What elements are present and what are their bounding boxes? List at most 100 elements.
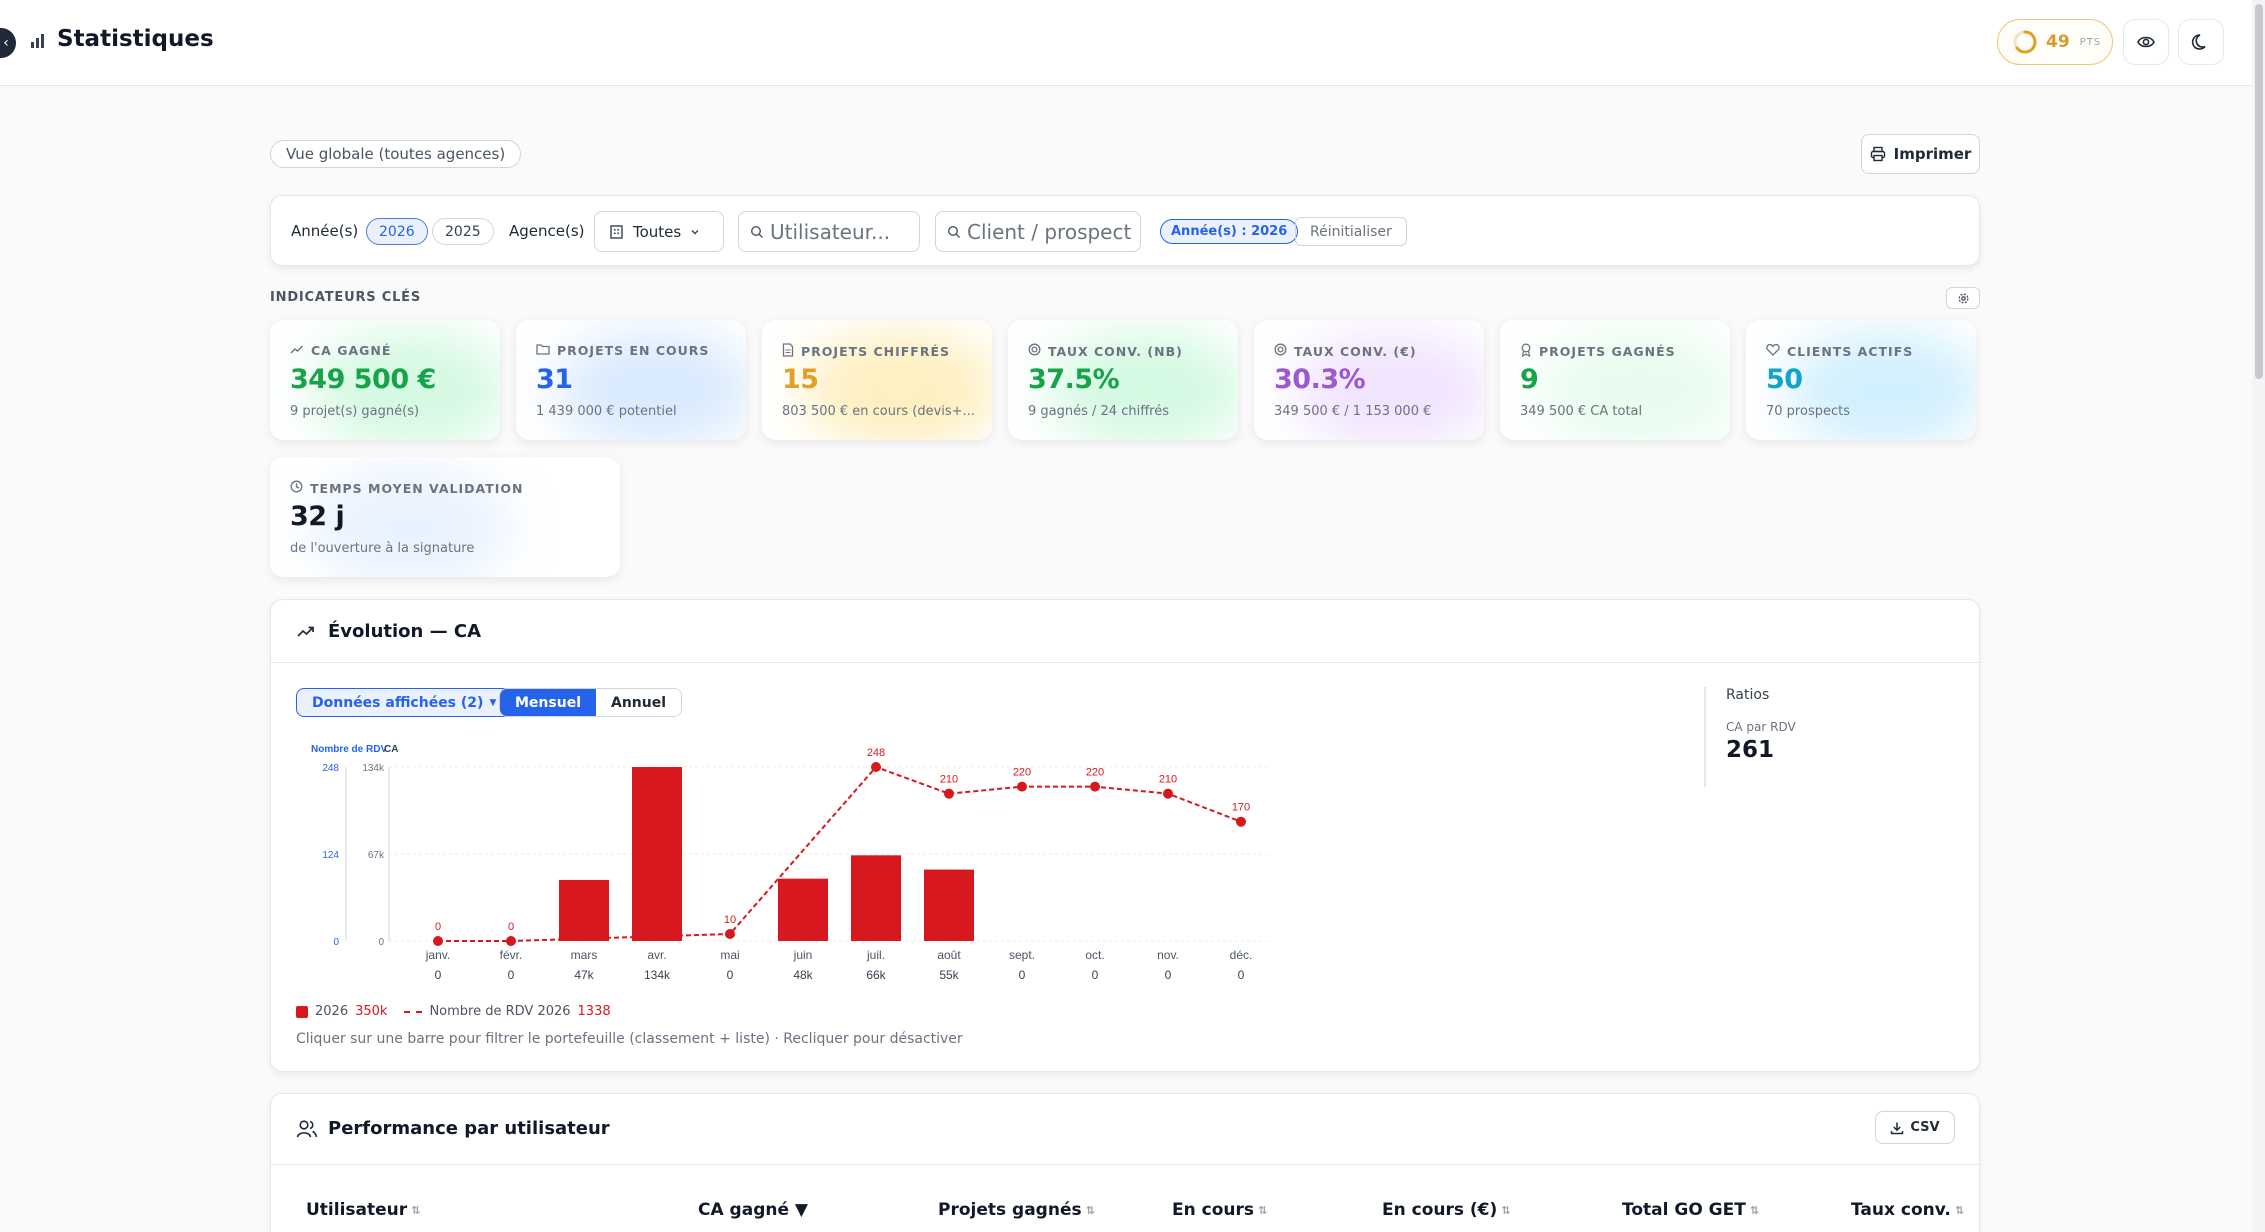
agency-select[interactable]: Toutes	[594, 211, 724, 252]
tab-yearly[interactable]: Annuel	[596, 689, 682, 716]
rdv-point	[506, 936, 516, 946]
download-icon	[1891, 1122, 1904, 1134]
kpi-value: 32 j	[290, 501, 345, 532]
rdv-point	[1236, 816, 1246, 827]
print-label: Imprimer	[1893, 145, 1972, 163]
y-right-tick: 67k	[368, 850, 385, 861]
rdv-data-label: 210	[1159, 774, 1177, 786]
active-filter-chip[interactable]: Année(s) : 2026	[1160, 219, 1299, 244]
rdv-point	[433, 936, 443, 946]
kpi-value: 37.5%	[1028, 364, 1120, 395]
column-header-total-go-get[interactable]: Total GO GET ⇅	[1622, 1200, 1759, 1220]
year-chip-2026[interactable]: 2026	[366, 218, 428, 245]
ratio-value: 261	[1726, 737, 1775, 763]
column-header-conversion-rate[interactable]: Taux conv. ⇅	[1851, 1200, 1964, 1220]
tab-monthly[interactable]: Mensuel	[500, 689, 596, 716]
sort-icon: ⇅	[411, 1203, 421, 1217]
column-header-in-progress[interactable]: En cours ⇅	[1172, 1200, 1267, 1220]
displayed-data-dropdown[interactable]: Données affichées (2) ▼	[296, 688, 513, 717]
kpi-title: PROJETS GAGNÉS	[1520, 343, 1676, 360]
building-icon	[610, 225, 623, 239]
points-badge[interactable]: 49 PTS	[1997, 19, 2113, 65]
x-tick-label: avr.	[647, 948, 666, 962]
column-header-label: Taux conv.	[1851, 1200, 1951, 1220]
print-button[interactable]: Imprimer	[1861, 134, 1980, 174]
kpi-title-text: CLIENTS ACTIFS	[1787, 343, 1914, 359]
rdv-point	[1017, 781, 1027, 792]
legend-bar-swatch	[296, 1005, 308, 1018]
visibility-toggle-button[interactable]	[2123, 19, 2169, 65]
rdv-data-label: 0	[435, 921, 441, 933]
kpi-card: PROJETS EN COURS 31 1 439 000 € potentiel	[516, 320, 746, 440]
performance-card-header: Performance par utilisateur CSV	[271, 1094, 1979, 1165]
kpi-value: 50	[1766, 364, 1803, 395]
kpi-settings-button[interactable]	[1946, 287, 1980, 309]
kpi-subtitle: 70 prospects	[1766, 404, 1850, 419]
column-header-ca[interactable]: CA gagné ▼	[698, 1200, 808, 1220]
kpi-title: PROJETS CHIFFRÉS	[782, 343, 950, 360]
kpi-card: PROJETS GAGNÉS 9 349 500 € CA total	[1500, 320, 1730, 440]
rdv-data-label: 220	[1086, 767, 1104, 779]
document-icon	[782, 343, 794, 360]
y-right-tick: 134k	[362, 763, 385, 774]
kpi-title: TAUX CONV. (NB)	[1028, 343, 1183, 359]
reset-filters-button[interactable]: Réinitialiser	[1295, 217, 1407, 246]
x-tick-label: mai	[720, 948, 739, 962]
export-csv-button[interactable]: CSV	[1875, 1111, 1955, 1144]
kpi-value: 30.3%	[1274, 364, 1366, 395]
trending-up-icon	[290, 343, 304, 358]
y-axis-left-label: Nombre de RDV	[311, 744, 387, 755]
user-search-input[interactable]: Utilisateur...	[738, 211, 920, 252]
dark-mode-toggle-button[interactable]	[2178, 19, 2224, 65]
x-tick-label: nov.	[1157, 948, 1179, 962]
kpi-value: 15	[782, 364, 819, 395]
x-category-value: 66k	[866, 968, 886, 982]
x-category-value: 134k	[644, 968, 671, 982]
kpi-title: CA GAGNÉ	[290, 343, 391, 358]
chevron-down-icon	[691, 229, 699, 234]
y-axis-right-label: CA	[384, 744, 398, 755]
rdv-data-label: 248	[867, 747, 885, 759]
performance-title: Performance par utilisateur	[328, 1118, 610, 1139]
rdv-point	[1090, 781, 1100, 792]
search-icon	[947, 225, 960, 238]
years-label: Année(s)	[291, 222, 359, 240]
x-tick-label: sept.	[1009, 948, 1035, 962]
evolution-title: Évolution — CA	[328, 621, 482, 642]
evolution-card: Évolution — CA Données affichées (2) ▼ M…	[270, 599, 1980, 1072]
kpi-title: TEMPS MOYEN VALIDATION	[290, 480, 524, 496]
chart-legend: 2026 350k Nombre de RDV 2026 1338	[296, 1004, 611, 1019]
x-category-value: 0	[1019, 968, 1026, 982]
moon-icon	[2191, 34, 2206, 50]
chart-bar	[632, 767, 682, 941]
legend-ca-label: 2026	[315, 1004, 349, 1019]
column-header-label: Utilisateur	[306, 1200, 408, 1220]
kpi-title-text: PROJETS EN COURS	[557, 343, 710, 358]
client-search-placeholder: Client / prospect	[967, 219, 1132, 244]
page-scrollbar[interactable]	[2252, 0, 2265, 1232]
column-header-label: CA gagné ▼	[698, 1200, 808, 1220]
column-header-in-progress-amount[interactable]: En cours (€) ⇅	[1382, 1200, 1511, 1220]
y-right-tick: 0	[378, 937, 384, 948]
sort-icon: ⇅	[1749, 1203, 1760, 1217]
points-unit: PTS	[2079, 36, 2102, 48]
client-search-input[interactable]: Client / prospect	[935, 211, 1141, 252]
kpi-title: TAUX CONV. (€)	[1274, 343, 1417, 359]
agency-value: Toutes	[633, 222, 682, 241]
chart-bar	[559, 879, 609, 941]
eye-icon	[2137, 36, 2155, 48]
page-title: Statistiques	[57, 26, 214, 52]
column-header-user[interactable]: Utilisateur ⇅	[306, 1200, 420, 1220]
sidebar-collapse-button[interactable]: ‹	[0, 28, 16, 58]
kpi-subtitle: 1 439 000 € potentiel	[536, 404, 677, 419]
year-chip-2025[interactable]: 2025	[432, 218, 494, 245]
kpi-value: 9	[1520, 364, 1539, 395]
caret-down-icon: ▼	[489, 697, 497, 708]
heart-icon	[1766, 343, 1780, 359]
target-icon	[1274, 343, 1287, 359]
x-tick-label: juin	[793, 948, 813, 962]
scrollbar-thumb[interactable]	[2255, 4, 2263, 379]
x-tick-label: févr.	[500, 948, 523, 962]
column-header-won-projects[interactable]: Projets gagnés ⇅	[938, 1200, 1095, 1220]
kpi-card: TAUX CONV. (€) 30.3% 349 500 € / 1 153 000…	[1254, 320, 1484, 440]
